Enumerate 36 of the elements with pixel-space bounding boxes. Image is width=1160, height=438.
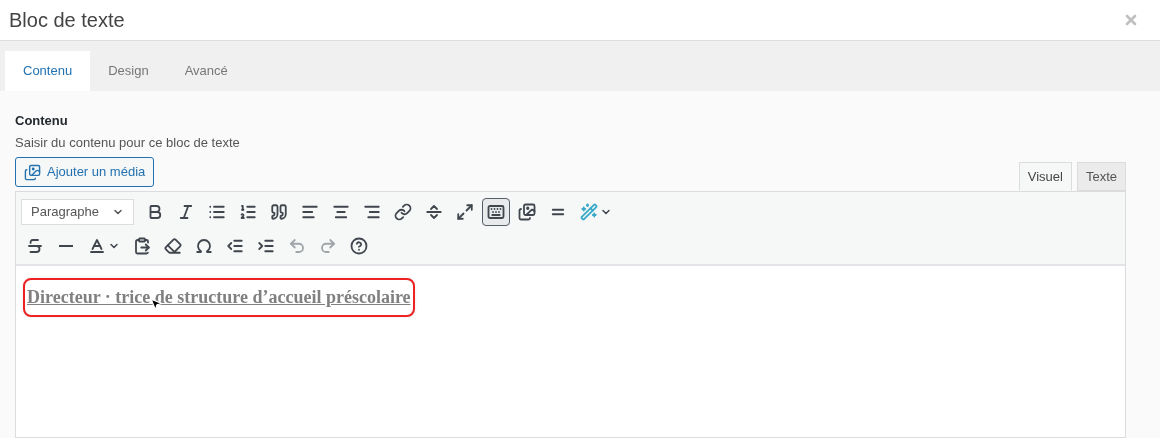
undo-icon xyxy=(288,237,306,255)
keyboard-icon xyxy=(487,203,505,221)
tab[interactable]: Design xyxy=(90,51,167,91)
align-right-icon xyxy=(363,203,381,221)
magic-wand-icon xyxy=(580,203,598,221)
text-color-icon xyxy=(88,237,106,255)
outdent-icon xyxy=(226,237,244,255)
eraser-icon xyxy=(164,237,182,255)
quote-icon xyxy=(270,203,288,221)
editor-tab[interactable]: Texte xyxy=(1076,162,1126,191)
italic-icon xyxy=(177,203,195,221)
omega-icon xyxy=(195,237,213,255)
paste-text-icon xyxy=(133,237,151,255)
align-left-icon xyxy=(301,203,319,221)
bulleted-list-icon xyxy=(208,203,226,221)
editor-tab[interactable]: Visuel xyxy=(1018,162,1072,191)
field-label: Contenu xyxy=(15,112,69,130)
strikethrough-icon xyxy=(26,237,44,255)
horizontal-line-icon xyxy=(59,245,73,247)
add-media-button[interactable]: Ajouter un média xyxy=(15,157,155,187)
tab[interactable]: Contenu xyxy=(5,51,91,91)
fullscreen-icon xyxy=(456,203,474,221)
link-icon xyxy=(394,203,412,221)
tab[interactable]: Avancé xyxy=(166,51,246,91)
images-icon xyxy=(518,203,536,221)
keyboard-button[interactable] xyxy=(482,198,510,226)
indent-icon xyxy=(257,237,275,255)
help-icon xyxy=(350,237,368,255)
field-description: Saisir du contenu pour ce bloc de texte xyxy=(15,133,241,152)
read-more-icon xyxy=(425,203,443,221)
redo-icon xyxy=(319,237,337,255)
window-title: Bloc de texte xyxy=(9,8,125,33)
align-center-icon xyxy=(332,203,350,221)
media-icon xyxy=(24,163,41,181)
numbered-list-icon xyxy=(239,203,257,221)
format-select[interactable]: Paragraphe xyxy=(21,199,134,225)
